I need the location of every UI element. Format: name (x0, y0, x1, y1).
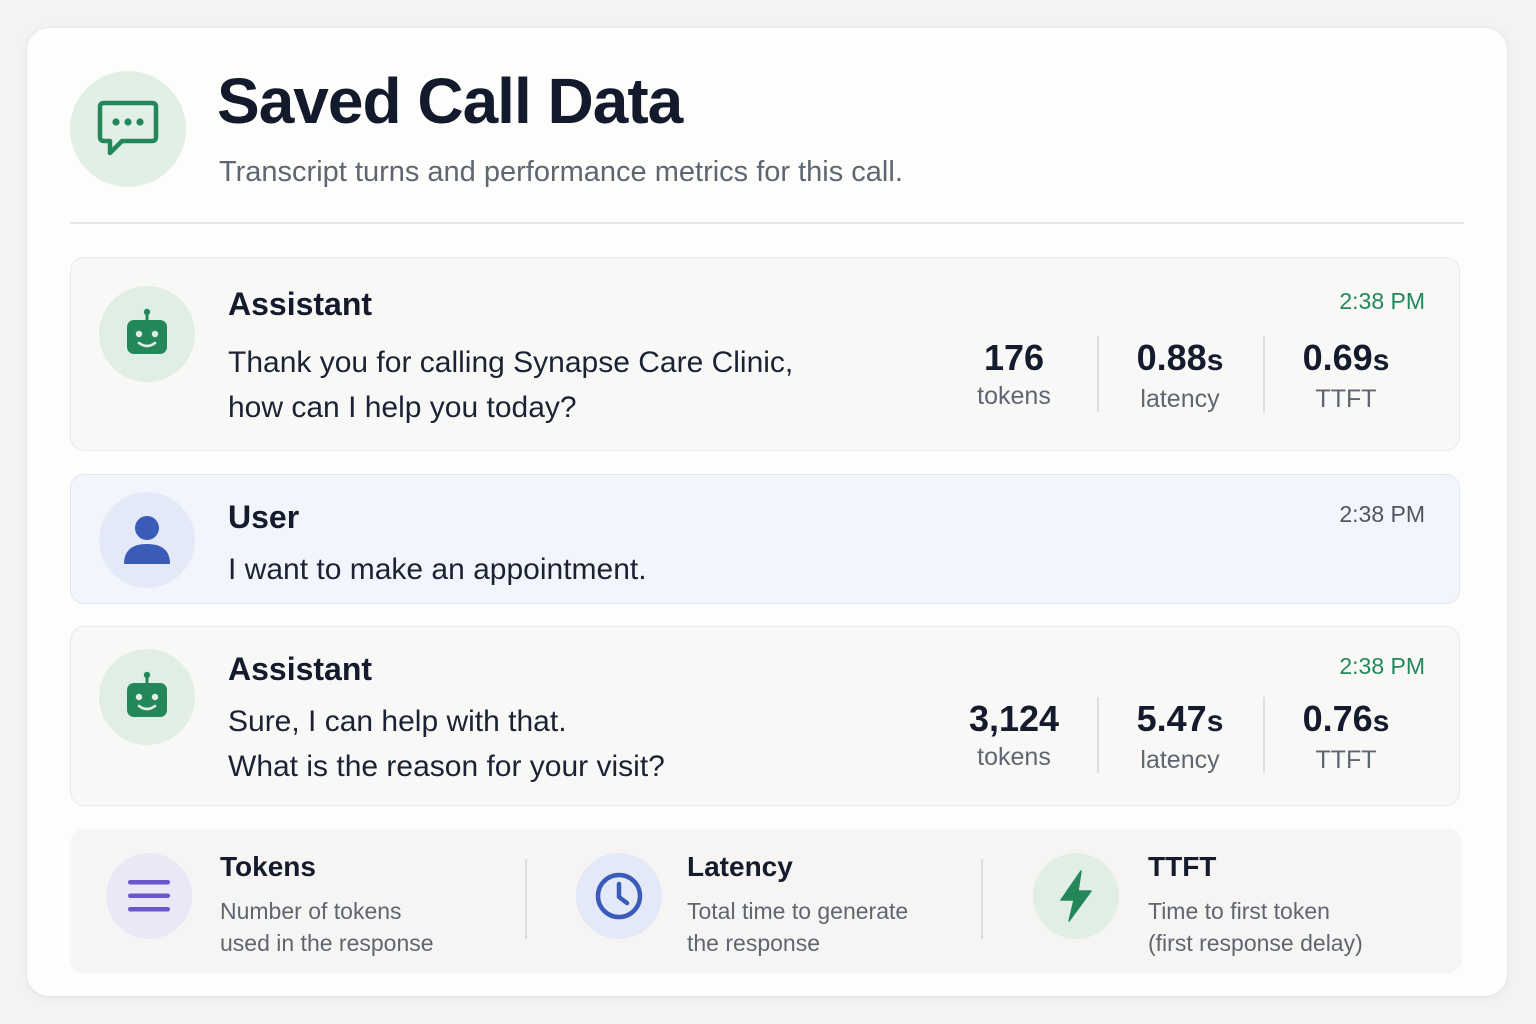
legend-description-line: used in the response (220, 930, 434, 956)
message-line: I want to make an appointment. (228, 553, 647, 586)
turn-message: I want to make an appointment. (228, 547, 647, 592)
metric-ttft-value: 0.76s (1302, 698, 1390, 739)
page-subtitle: Transcript turns and performance metrics… (219, 156, 903, 188)
metric-ttft: 0.69s TTFT (1263, 336, 1429, 414)
message-line: Thank you for calling Synapse Care Clini… (228, 346, 794, 379)
turn-role: User (228, 499, 300, 535)
turn-metrics: 3,124 tokens 5.47s latency 0.76s TTFT (931, 697, 1429, 775)
legend-description: Number of tokens used in the response (220, 895, 434, 959)
legend-item-tokens: Tokens Number of tokens used in the resp… (70, 829, 530, 973)
legend-divider (525, 859, 527, 939)
metric-tokens: 3,124 tokens (931, 697, 1097, 775)
legend-description-line: (first response delay) (1148, 930, 1363, 956)
metric-latency-label: latency (1140, 746, 1220, 774)
robot-icon (99, 286, 195, 382)
metrics-legend: Tokens Number of tokens used in the resp… (70, 829, 1462, 973)
turn-timestamp: 2:38 PM (1339, 288, 1425, 314)
user-icon (99, 492, 195, 588)
legend-item-latency: Latency Total time to generate the respo… (540, 829, 980, 973)
legend-description: Total time to generate the response (687, 895, 908, 959)
metric-tokens-label: tokens (977, 743, 1051, 771)
metric-ttft: 0.76s TTFT (1263, 697, 1429, 775)
metric-latency: 5.47s latency (1097, 697, 1263, 775)
legend-item-ttft: TTFT Time to first token (first response… (995, 829, 1455, 973)
metric-tokens-value: 3,124 (968, 698, 1060, 739)
legend-title: Latency (687, 851, 793, 882)
metric-ttft-label: TTFT (1315, 746, 1377, 774)
metric-tokens-value: 176 (983, 337, 1045, 378)
metric-ttft-label: TTFT (1315, 385, 1377, 413)
legend-description-line: Total time to generate (687, 898, 909, 924)
legend-description-line: Time to first token (1148, 898, 1330, 924)
metric-tokens-label: tokens (977, 382, 1051, 410)
legend-title: Tokens (220, 851, 316, 882)
chat-bubble-icon (70, 71, 186, 187)
metric-tokens: 176 tokens (931, 336, 1097, 414)
turn-metrics: 176 tokens 0.88s latency 0.69s TTFT (931, 336, 1429, 414)
legend-description-line: the response (687, 930, 820, 956)
metric-latency-value: 5.47s (1136, 698, 1224, 739)
turn-timestamp: 2:38 PM (1339, 501, 1425, 527)
turn-role: Assistant (228, 286, 373, 322)
header-divider (70, 222, 1464, 224)
turn-message: Sure, I can help with that. What is the … (228, 699, 665, 789)
metric-latency-label: latency (1140, 385, 1220, 413)
metric-latency: 0.88s latency (1097, 336, 1263, 414)
legend-title: TTFT (1148, 851, 1217, 882)
turn-message: Thank you for calling Synapse Care Clini… (228, 340, 793, 430)
lightning-bolt-icon (1033, 853, 1119, 939)
clock-icon (576, 853, 662, 939)
transcript-turn-user[interactable]: User I want to make an appointment. 2:38… (70, 474, 1460, 604)
message-line: What is the reason for your visit? (228, 750, 665, 783)
message-line: Sure, I can help with that. (228, 705, 567, 738)
page-title: Saved Call Data (217, 65, 683, 137)
list-lines-icon (106, 853, 192, 939)
message-line: how can I help you today? (228, 391, 577, 424)
transcript-turn-assistant[interactable]: Assistant Thank you for calling Synapse … (70, 257, 1460, 451)
call-data-card: Saved Call Data Transcript turns and per… (27, 28, 1507, 996)
transcript-turn-assistant[interactable]: Assistant Sure, I can help with that. Wh… (70, 626, 1460, 806)
legend-divider (981, 859, 983, 939)
robot-icon (99, 649, 195, 745)
turn-role: Assistant (228, 651, 373, 687)
legend-description-line: Number of tokens (220, 898, 402, 924)
turn-timestamp: 2:38 PM (1339, 653, 1425, 679)
legend-description: Time to first token (first response dela… (1148, 895, 1363, 959)
metric-latency-value: 0.88s (1136, 337, 1224, 378)
metric-ttft-value: 0.69s (1302, 337, 1390, 378)
